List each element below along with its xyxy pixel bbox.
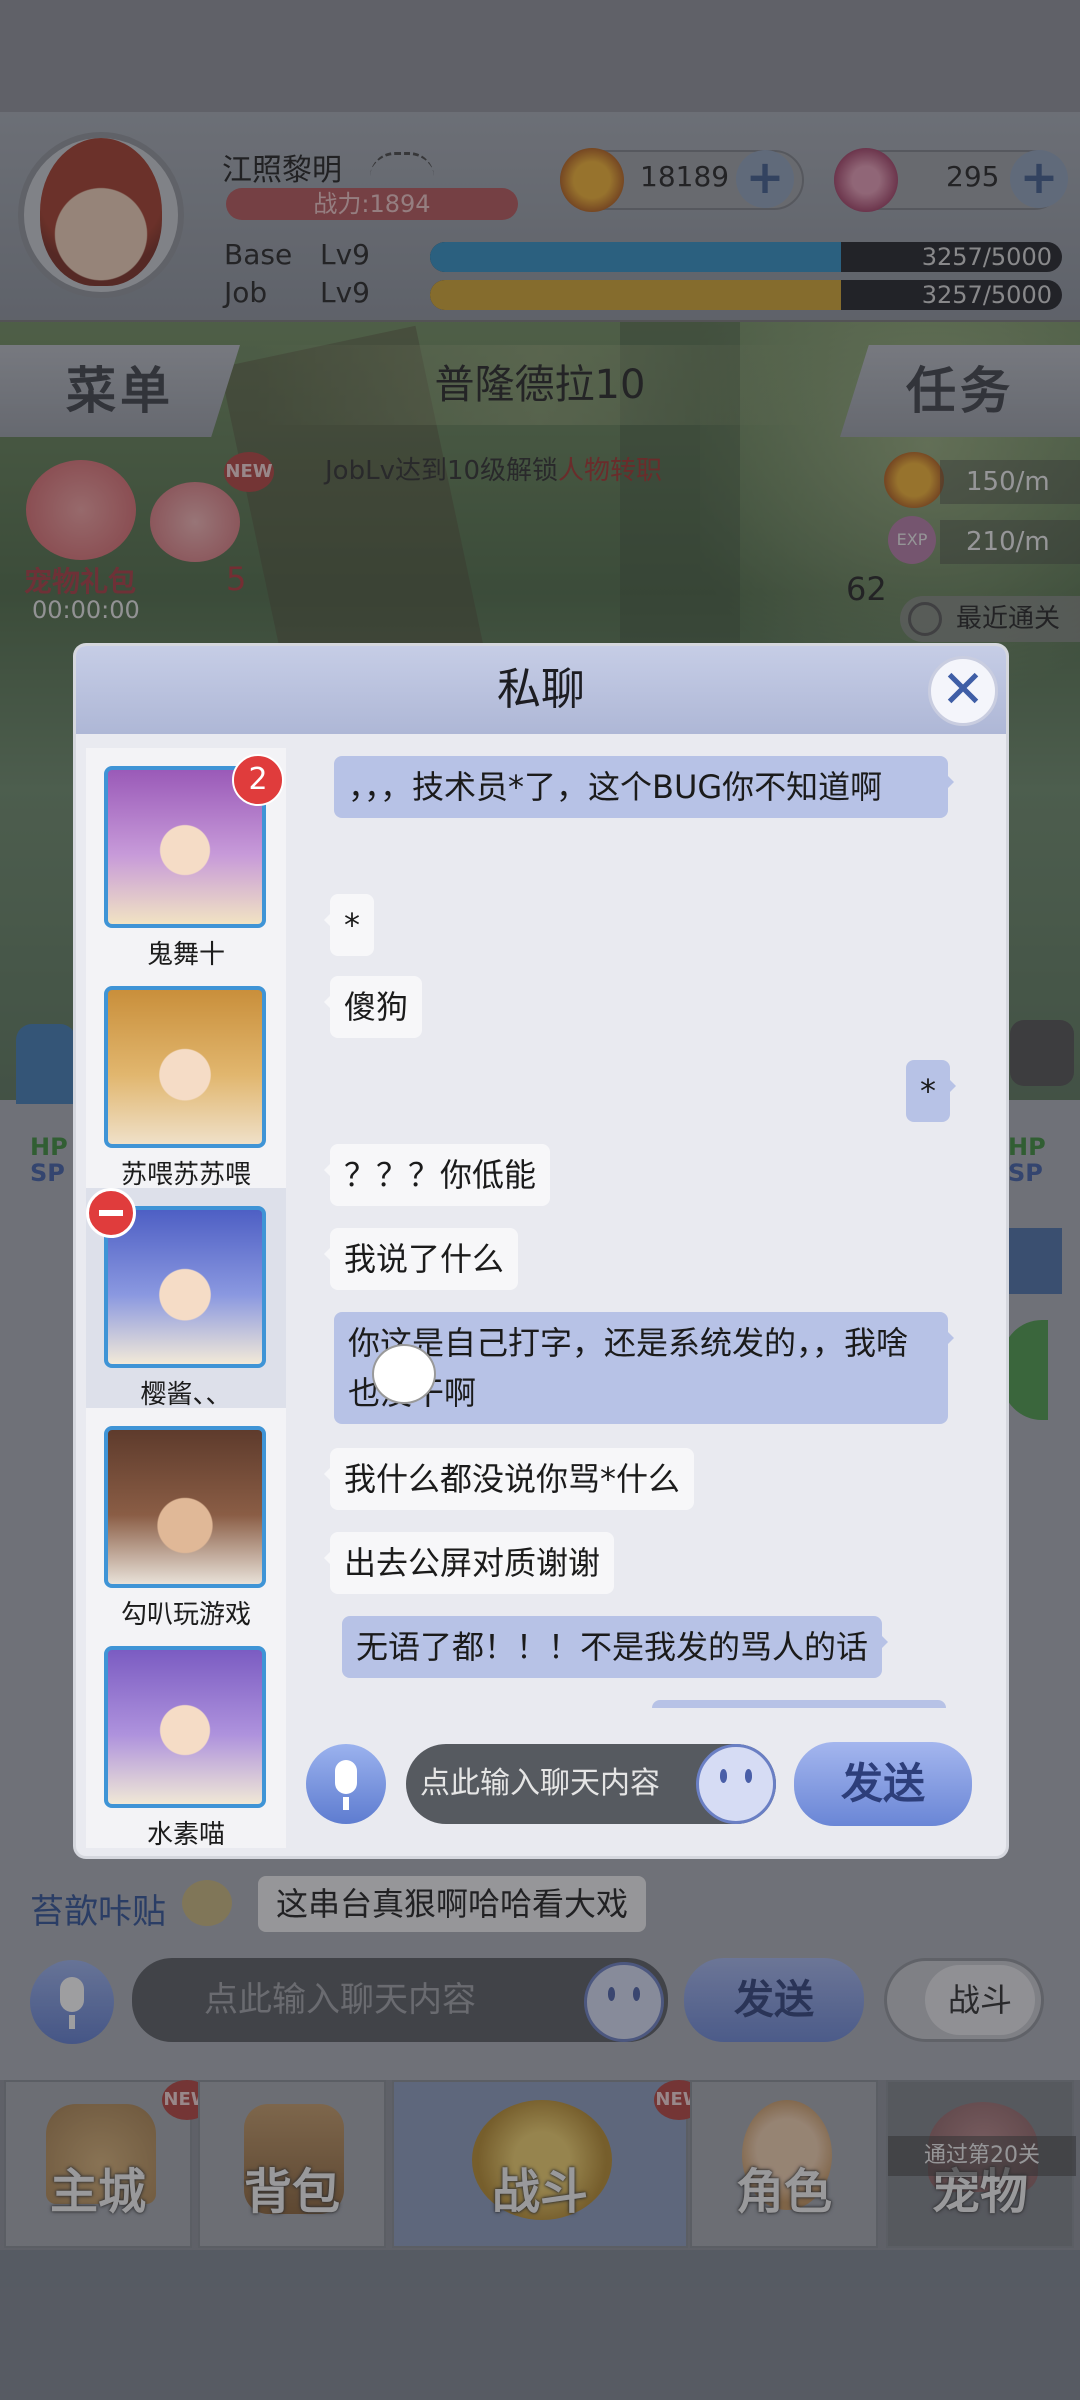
contact-item[interactable]: 2 鬼舞十 <box>86 748 286 970</box>
contact-item[interactable]: 勾叭玩游戏 <box>86 1408 286 1630</box>
message-incoming: 出去公屏对质谢谢 <box>323 1532 615 1594</box>
contact-list[interactable]: 2 鬼舞十 苏喂苏苏喂 樱酱、、 勾叭玩游戏 水素喵 <box>86 748 286 1850</box>
contact-name: 樱酱、、 <box>140 1380 232 1410</box>
message-incoming: ？？？你低能 <box>323 1144 551 1206</box>
contact-item[interactable]: 苏喂苏苏喂 <box>86 968 286 1190</box>
message-incoming: 我什么都没说你骂*什么 <box>323 1448 695 1510</box>
unread-badge: 2 <box>232 754 284 806</box>
contact-item[interactable]: 水素喵 <box>86 1628 286 1850</box>
contact-name: 苏喂苏苏喂 <box>120 1160 251 1190</box>
contact-avatar <box>104 1646 266 1808</box>
message-incoming: 傻狗 <box>323 976 423 1038</box>
dialog-title: 私聊 <box>497 664 585 715</box>
message-incoming: 我说了什么 <box>323 1228 519 1290</box>
contact-name: 勾叭玩游戏 <box>120 1600 251 1630</box>
close-icon: ✕ <box>941 660 985 720</box>
contact-avatar <box>104 1426 266 1588</box>
message-incoming: * <box>324 894 374 956</box>
message-outgoing: 无语了都！！！不是我发的骂人的话 <box>342 1616 889 1678</box>
message-partial <box>652 1700 946 1708</box>
close-button[interactable]: ✕ <box>928 656 998 726</box>
message-outgoing: * <box>906 1060 956 1122</box>
message-outgoing: ，，，技术员*了，这个BUG你不知道啊 <box>334 756 954 818</box>
emoji-icon[interactable] <box>696 1744 776 1824</box>
emoji-sticker-icon <box>372 1344 436 1404</box>
contact-item-selected[interactable]: 樱酱、、 <box>86 1188 286 1410</box>
send-button[interactable]: 发送 <box>794 1742 972 1826</box>
contact-avatar <box>104 986 266 1148</box>
message-list[interactable]: ，，，技术员*了，这个BUG你不知道啊 * 傻狗 * ？？？你低能 我说了什么 … <box>290 748 988 1708</box>
voice-input-button[interactable] <box>306 1744 386 1824</box>
remove-contact-icon[interactable] <box>86 1188 136 1238</box>
contact-name: 鬼舞十 <box>146 940 225 970</box>
contact-name: 水素喵 <box>146 1820 225 1850</box>
